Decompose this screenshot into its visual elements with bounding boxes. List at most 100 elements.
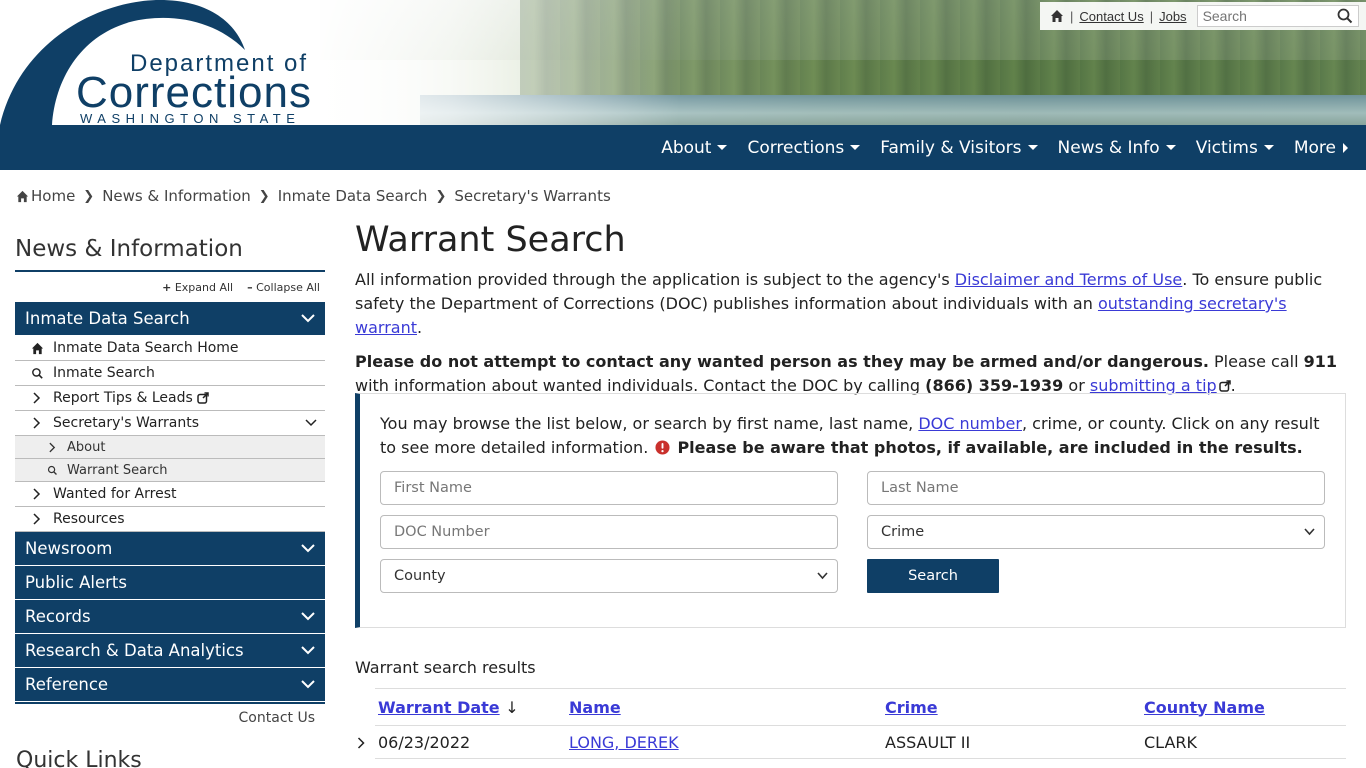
nav-about-label: About <box>661 137 712 158</box>
sort-warrant-date-link[interactable]: Warrant Date <box>378 698 500 717</box>
sidebar-contact-us-link[interactable]: Contact Us <box>15 702 325 732</box>
caret-down-icon <box>717 145 728 150</box>
main-nav: About Corrections Family & Visitors News… <box>0 125 1366 170</box>
sidebar-item-label: Inmate Data Search Home <box>53 340 239 356</box>
inmate-name-link[interactable]: LONG, DEREK <box>569 733 679 752</box>
sidebar-item-report-tips-leads[interactable]: Report Tips & Leads <box>15 386 325 411</box>
search-form: First Name Last Name DOC Number Crime Co… <box>380 471 1325 593</box>
home-icon[interactable] <box>1050 9 1064 23</box>
sort-county-link[interactable]: County Name <box>1144 698 1265 717</box>
chevron-right-icon: ❯ <box>83 188 95 204</box>
header-fade <box>300 0 680 125</box>
crime-select[interactable]: Crime <box>867 515 1325 549</box>
breadcrumb-inmate-data-search[interactable]: Inmate Data Search <box>278 187 428 205</box>
chevron-down-icon <box>305 419 317 427</box>
minus-icon: – <box>247 280 253 294</box>
disclaimer-paragraph: All information provided through the app… <box>355 268 1346 340</box>
search-button-container: Search <box>867 559 1325 593</box>
site-search-input[interactable] <box>1197 6 1336 26</box>
doc-number-field[interactable]: DOC Number <box>380 515 838 549</box>
sidebar-section-public-alerts[interactable]: Public Alerts <box>15 566 325 600</box>
nav-victims[interactable]: Victims <box>1196 138 1274 158</box>
caret-down-icon <box>1263 145 1274 150</box>
exclamation-circle-icon <box>655 440 670 455</box>
cell-name: LONG, DEREK <box>569 733 885 752</box>
sidebar-subitem-warrant-search[interactable]: Warrant Search <box>15 459 325 482</box>
disclaimer-terms-link[interactable]: Disclaimer and Terms of Use <box>955 270 1182 289</box>
main-content: Warrant Search All information provided … <box>355 220 1346 759</box>
expand-all-button[interactable]: + Expand All <box>162 281 233 294</box>
sort-crime-link[interactable]: Crime <box>885 698 938 717</box>
nav-news-info[interactable]: News & Info <box>1058 138 1176 158</box>
chevron-down-icon <box>301 680 315 689</box>
site-header: Department of Corrections WASHINGTON STA… <box>0 0 1366 125</box>
caret-right-icon <box>1343 142 1348 153</box>
collapse-all-label: Collapse All <box>256 280 320 294</box>
sidebar-subitem-about[interactable]: About <box>15 436 325 459</box>
results-heading: Warrant search results <box>355 658 536 677</box>
first-name-field[interactable]: First Name <box>380 471 838 505</box>
jobs-link[interactable]: Jobs <box>1159 9 1186 24</box>
sidebar-section-reference[interactable]: Reference <box>15 668 325 702</box>
breadcrumb: Home ❯ News & Information ❯ Inmate Data … <box>16 186 611 206</box>
external-link-icon <box>197 392 209 404</box>
sidebar-item-label: Resources <box>53 511 125 527</box>
crime-select-value: Crime <box>881 524 925 540</box>
chevron-right-icon <box>29 392 45 404</box>
table-header: Warrant Date ↓ Name Crime County Name <box>375 689 1346 726</box>
sidebar-section-inmate-data-search[interactable]: Inmate Data Search <box>15 302 325 336</box>
sidebar-item-label: Secretary's Warrants <box>53 415 199 431</box>
search-icon[interactable] <box>1336 7 1354 25</box>
chevron-right-icon[interactable] <box>357 737 366 749</box>
sidebar-section-newsroom[interactable]: Newsroom <box>15 532 325 566</box>
breadcrumb-news-information[interactable]: News & Information <box>102 187 251 205</box>
search-icon <box>29 367 45 380</box>
sidebar-section-label: Records <box>25 607 91 626</box>
chevron-right-icon <box>45 442 59 453</box>
breadcrumb-secretarys-warrants[interactable]: Secretary's Warrants <box>454 187 610 205</box>
sidebar-section-label: Inmate Data Search <box>25 309 190 328</box>
doc-number-link[interactable]: DOC number <box>918 414 1022 433</box>
chevron-down-icon <box>301 612 315 621</box>
page-title: Warrant Search <box>355 220 626 260</box>
chevron-down-icon <box>1304 528 1315 536</box>
cell-county: CLARK <box>1144 732 1198 752</box>
sidebar-section-research-data-analytics[interactable]: Research & Data Analytics <box>15 634 325 668</box>
nav-about[interactable]: About <box>661 137 728 158</box>
search-button[interactable]: Search <box>867 559 999 593</box>
collapse-all-button[interactable]: – Collapse All <box>247 281 320 294</box>
chevron-right-icon: ❯ <box>258 188 270 204</box>
results-table: Warrant Date ↓ Name Crime County Name 06… <box>357 688 1346 759</box>
sidebar-subitem-label: Warrant Search <box>67 462 168 478</box>
contact-us-link[interactable]: Contact Us <box>1079 9 1143 24</box>
sort-name-link[interactable]: Name <box>569 698 621 717</box>
search-intro: You may browse the list below, or search… <box>380 412 1325 460</box>
nav-more[interactable]: More <box>1294 138 1348 158</box>
text: Please call <box>1208 352 1304 371</box>
sidebar-item-inmate-data-search-home[interactable]: Inmate Data Search Home <box>15 336 325 361</box>
sidebar-section-records[interactable]: Records <box>15 600 325 634</box>
utility-separator: | <box>1149 8 1154 24</box>
sidebar-item-resources[interactable]: Resources <box>15 507 325 532</box>
nav-news-info-label: News & Info <box>1057 137 1160 158</box>
sidebar-item-wanted-for-arrest[interactable]: Wanted for Arrest <box>15 482 325 507</box>
text: All information provided through the app… <box>355 270 955 289</box>
nav-family-visitors[interactable]: Family & Visitors <box>880 138 1038 158</box>
sidebar-item-inmate-search[interactable]: Inmate Search <box>15 361 325 386</box>
nav-corrections[interactable]: Corrections <box>747 138 861 158</box>
cell-warrant-date: 06/23/2022 <box>378 732 471 752</box>
quick-links-heading: Quick Links <box>16 748 142 768</box>
breadcrumb-home[interactable]: Home <box>31 187 75 205</box>
sidebar-subitem-label: About <box>67 439 106 455</box>
caret-down-icon <box>850 145 861 150</box>
caret-down-icon <box>1165 145 1176 150</box>
sidebar-item-label: Report Tips & Leads <box>53 390 193 406</box>
chevron-right-icon: ❯ <box>435 188 447 204</box>
sidebar-item-secretarys-warrants[interactable]: Secretary's Warrants <box>15 411 325 436</box>
chevron-right-icon <box>29 513 45 525</box>
county-select[interactable]: County <box>380 559 838 593</box>
last-name-field[interactable]: Last Name <box>867 471 1325 505</box>
home-icon <box>29 342 45 355</box>
table-row[interactable]: 06/23/2022 LONG, DEREK ASSAULT II CLARK <box>357 726 1346 759</box>
utility-separator: | <box>1070 8 1074 24</box>
